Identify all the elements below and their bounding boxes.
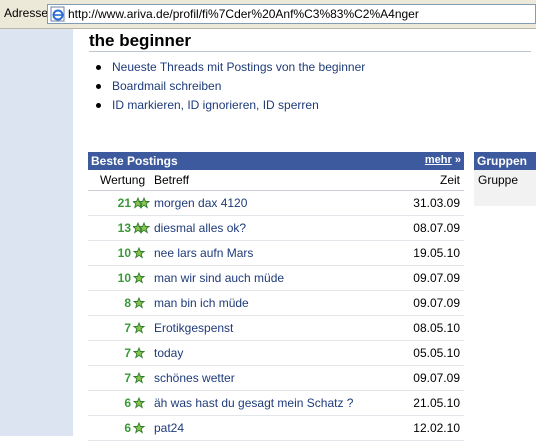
best-postings-panel: Beste Postings mehr » Wertung Betreff Ze… [88, 152, 464, 441]
posting-subject-link[interactable]: today [154, 346, 183, 360]
posting-subject-link[interactable]: morgen dax 4120 [154, 196, 247, 210]
groups-header: Gruppen [474, 152, 536, 170]
bullet-icon [96, 84, 101, 89]
bullet-icon [96, 103, 101, 108]
posting-subject-link[interactable]: diesmal alles ok? [154, 221, 246, 235]
more-link[interactable]: mehr » [425, 154, 461, 166]
star-rating-icon [133, 271, 146, 284]
page-title: the beginner [89, 31, 192, 50]
posting-date: 09.07.09 [413, 371, 460, 385]
double-chevron-icon: » [454, 154, 461, 166]
posting-row: 7 schönes wetter 09.07.09 [88, 366, 464, 391]
star-rating-icon [133, 296, 146, 309]
star-rating-icon [133, 196, 151, 209]
posting-subject-link[interactable]: Erotikgespenst [154, 321, 233, 335]
posting-score: 10 [117, 246, 131, 260]
posting-row: 6 pat24 12.02.10 [88, 416, 464, 441]
column-rating: Wertung [100, 173, 146, 187]
posting-date: 09.07.09 [413, 271, 460, 285]
address-field[interactable]: http://www.ariva.de/profil/fi%7Cder%20An… [47, 4, 536, 24]
column-subject: Betreff [154, 173, 190, 187]
posting-score: 8 [124, 296, 131, 310]
posting-score: 7 [124, 346, 131, 360]
star-rating-icon [133, 371, 146, 384]
link-boardmail[interactable]: Boardmail schreiben [96, 77, 365, 96]
posting-subject-link[interactable]: pat24 [154, 421, 184, 435]
address-bar: Adresse http://www.ariva.de/profil/fi%7C… [0, 0, 536, 29]
posting-date: 05.05.10 [413, 346, 460, 360]
star-rating-icon [133, 221, 151, 234]
posting-score: 21 [117, 196, 131, 210]
posting-score: 6 [124, 421, 131, 435]
posting-row: 10 man wir sind auch müde 09.07.09 [88, 266, 464, 291]
posting-row: 13 diesmal alles ok? 08.07.09 [88, 216, 464, 241]
groups-panel: Gruppen Gruppe [474, 152, 536, 206]
posting-date: 08.07.09 [413, 221, 460, 235]
posting-date: 19.05.10 [413, 246, 460, 260]
link-id-actions[interactable]: ID markieren, ID ignorieren, ID sperren [96, 96, 365, 115]
star-rating-icon [133, 396, 146, 409]
posting-subject-link[interactable]: schönes wetter [154, 371, 235, 385]
postings-column-headers: Wertung Betreff Zeit [88, 170, 464, 191]
posting-date: 12.02.10 [413, 421, 460, 435]
bullet-icon [96, 65, 101, 70]
groups-row: Gruppe [474, 170, 536, 206]
posting-score: 7 [124, 321, 131, 335]
star-rating-icon [133, 321, 146, 334]
best-postings-header: Beste Postings mehr » [88, 152, 464, 170]
column-time: Zeit [439, 173, 460, 187]
profile-links: Neueste Threads mit Postings von the beg… [96, 58, 365, 115]
posting-row: 8 man bin ich müde 09.07.09 [88, 291, 464, 316]
posting-score: 7 [124, 371, 131, 385]
groups-title: Gruppen [477, 154, 527, 168]
posting-row: 7 Erotikgespenst 08.05.10 [88, 316, 464, 341]
star-rating-icon [133, 421, 146, 434]
best-postings-title: Beste Postings [91, 154, 178, 168]
groups-column-label: Gruppe [478, 173, 519, 187]
postings-list: 21 morgen dax 4120 31.03.09 13 diesmal alles… [88, 191, 464, 441]
posting-date: 08.05.10 [413, 321, 460, 335]
posting-score: 13 [117, 221, 131, 235]
posting-subject-link[interactable]: nee lars aufn Mars [154, 246, 253, 260]
posting-score: 10 [117, 271, 131, 285]
posting-subject-link[interactable]: man wir sind auch müde [154, 271, 284, 285]
posting-row: 6 äh was hast du gesagt mein Schatz ? 21.0… [88, 391, 464, 416]
title-divider [89, 51, 531, 52]
posting-date: 31.03.09 [413, 196, 460, 210]
link-newest-threads[interactable]: Neueste Threads mit Postings von the beg… [96, 58, 365, 77]
posting-row: 10 nee lars aufn Mars 19.05.10 [88, 241, 464, 266]
star-rating-icon [133, 346, 146, 359]
posting-row: 7 today 05.05.10 [88, 341, 464, 366]
posting-subject-link[interactable]: man bin ich müde [154, 296, 249, 310]
posting-date: 09.07.09 [413, 296, 460, 310]
ie-page-icon [50, 6, 65, 22]
address-label: Adresse [4, 6, 49, 20]
left-sidebar [0, 29, 73, 436]
posting-score: 6 [124, 396, 131, 410]
posting-date: 21.05.10 [413, 396, 460, 410]
star-rating-icon [133, 246, 146, 259]
posting-row: 21 morgen dax 4120 31.03.09 [88, 191, 464, 216]
posting-subject-link[interactable]: äh was hast du gesagt mein Schatz ? [154, 396, 353, 410]
address-url: http://www.ariva.de/profil/fi%7Cder%20An… [68, 7, 419, 21]
